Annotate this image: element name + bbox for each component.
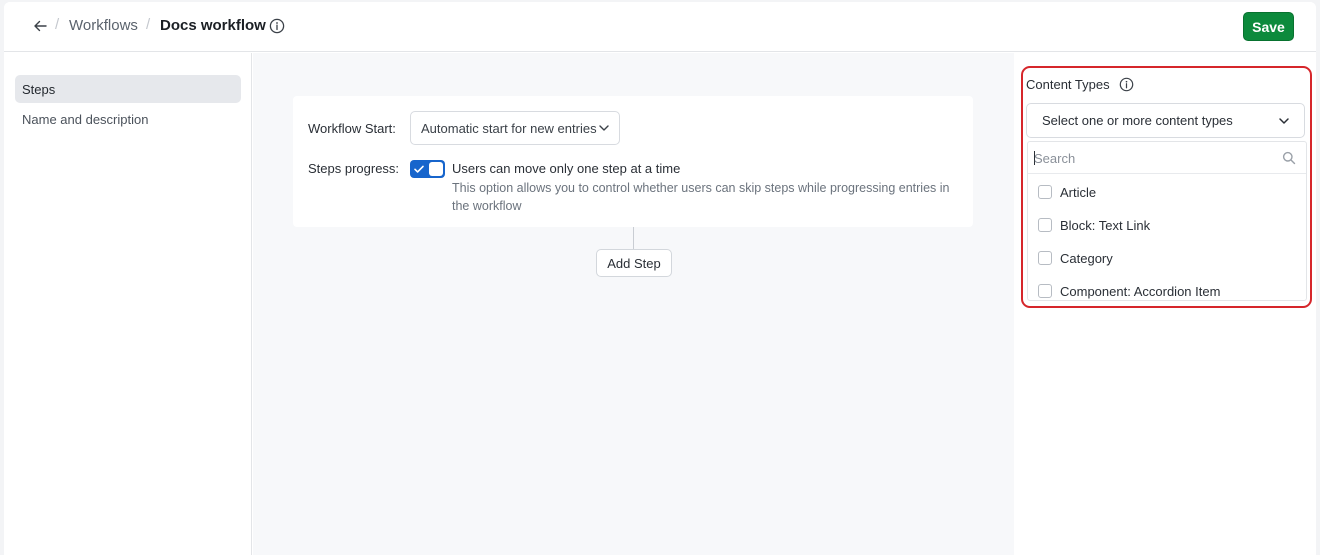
info-icon <box>1119 77 1133 91</box>
option-label: Component: Accordion Item <box>1060 283 1221 299</box>
breadcrumb-separator: / <box>55 16 60 33</box>
sidebar-item-steps[interactable]: Steps <box>15 75 241 103</box>
sidebar-item-label: Name and description <box>22 111 149 127</box>
steps-progress-option-title: Users can move only one step at a time <box>452 161 681 176</box>
content-type-option-component-accordion-item[interactable]: Component: Accordion Item <box>1028 276 1306 300</box>
page-title: Docs workflow <box>160 17 266 34</box>
steps-progress-option-description: This option allows you to control whethe… <box>452 181 950 213</box>
content-types-dropdown: Article Block: Text Link Category Compon… <box>1027 141 1307 301</box>
breadcrumb-separator: / <box>146 16 151 33</box>
content-type-option-article[interactable]: Article <box>1028 177 1306 207</box>
back-button[interactable] <box>30 16 50 36</box>
content-types-label: Content Types <box>1026 77 1110 92</box>
option-checkbox[interactable] <box>1038 284 1052 298</box>
content-types-select-placeholder: Select one or more content types <box>1042 113 1233 128</box>
option-checkbox[interactable] <box>1038 218 1052 232</box>
toggle-knob <box>429 162 443 176</box>
workflow-start-select[interactable]: Automatic start for new entries <box>410 111 620 145</box>
workflow-start-card: Workflow Start: Automatic start for new … <box>293 96 973 227</box>
content-types-select[interactable]: Select one or more content types <box>1026 103 1305 138</box>
content-types-search-input[interactable] <box>1034 147 1274 169</box>
sidebar-item-label: Steps <box>22 81 56 97</box>
content-type-option-category[interactable]: Category <box>1028 243 1306 273</box>
add-step-button[interactable]: Add Step <box>596 249 672 277</box>
chevron-down-icon <box>1279 118 1289 124</box>
check-icon <box>414 165 424 173</box>
option-label: Category <box>1060 250 1113 266</box>
app-window: / Workflows / Docs workflow Save Steps N… <box>4 2 1316 555</box>
search-icon <box>1282 151 1296 165</box>
option-label: Block: Text Link <box>1060 217 1151 233</box>
option-checkbox[interactable] <box>1038 185 1052 199</box>
arrow-left-icon <box>34 20 47 32</box>
content-types-search <box>1028 142 1306 174</box>
top-bar: / Workflows / Docs workflow Save <box>4 2 1316 52</box>
workflow-canvas: Workflow Start: Automatic start for new … <box>253 53 1014 555</box>
sidebar: Steps Name and description <box>4 53 252 555</box>
breadcrumb-workflows-link[interactable]: Workflows <box>69 17 138 34</box>
save-button[interactable]: Save <box>1243 12 1294 41</box>
title-info-button[interactable] <box>268 17 286 35</box>
workflow-start-label: Workflow Start: <box>308 121 396 136</box>
info-icon <box>269 18 285 34</box>
content-types-panel: Content Types Select one or more content… <box>1015 53 1316 555</box>
content-types-info-button[interactable] <box>1117 75 1135 93</box>
chevron-down-icon <box>599 125 609 131</box>
steps-progress-label: Steps progress: <box>308 161 400 176</box>
step-connector-line <box>633 227 634 249</box>
content-type-option-block-text-link[interactable]: Block: Text Link <box>1028 210 1306 240</box>
option-checkbox[interactable] <box>1038 251 1052 265</box>
steps-progress-toggle[interactable] <box>410 160 445 178</box>
sidebar-item-name-and-description[interactable]: Name and description <box>15 105 241 133</box>
workflow-start-value: Automatic start for new entries <box>421 120 597 136</box>
option-label: Article <box>1060 184 1097 200</box>
